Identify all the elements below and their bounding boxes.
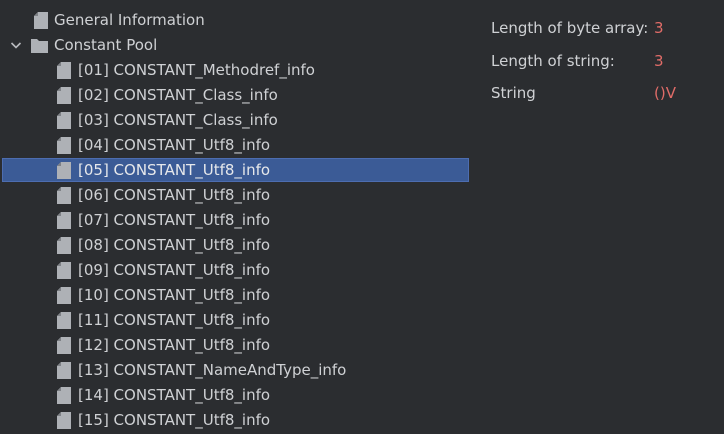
detail-label: Length of string: [491,52,615,70]
folder-icon [31,39,48,53]
tree-item-constant[interactable]: [07] CONSTANT_Utf8_info [0,208,472,233]
constant-pool-tree: General Information Constant Pool [01] C… [0,0,472,434]
detail-value: ()V [654,84,676,102]
file-icon [57,87,71,104]
tree-item-constant[interactable]: [06] CONSTANT_Utf8_info [0,183,472,208]
tree-item-label: [01] CONSTANT_Methodref_info [78,61,315,79]
file-icon [57,112,71,129]
tree-item-constant[interactable]: [13] CONSTANT_NameAndType_info [0,358,472,383]
tree-item-constant[interactable]: [09] CONSTANT_Utf8_info [0,258,472,283]
tree-item-label: [04] CONSTANT_Utf8_info [78,136,271,154]
file-icon [57,412,71,429]
tree-item-label: [08] CONSTANT_Utf8_info [78,236,271,254]
details-panel: Length of byte array: 3 Length of string… [491,0,721,434]
detail-label: String [491,84,536,102]
file-icon [57,137,71,154]
tree-item-constant[interactable]: [15] CONSTANT_Utf8_info [0,408,472,433]
tree-item-label: [07] CONSTANT_Utf8_info [78,211,271,229]
tree-item-constant[interactable]: [08] CONSTANT_Utf8_info [0,233,472,258]
file-icon [57,237,71,254]
chevron-down-icon[interactable] [9,33,23,58]
file-icon [57,262,71,279]
tree-item-constant-selected[interactable]: [05] CONSTANT_Utf8_info [0,158,472,183]
file-icon [57,337,71,354]
file-icon [57,312,71,329]
tree-item-label: [11] CONSTANT_Utf8_info [78,311,271,329]
detail-string: String ()V [491,81,721,105]
detail-value: 3 [654,19,664,37]
tree-item-label: General Information [54,11,205,29]
tree-item-label: [05] CONSTANT_Utf8_info [78,161,271,179]
file-icon [57,62,71,79]
detail-string-length: Length of string: 3 [491,49,721,73]
tree-item-constant[interactable]: [12] CONSTANT_Utf8_info [0,333,472,358]
file-icon [57,162,71,179]
detail-byte-array-length: Length of byte array: 3 [491,16,721,40]
file-icon [57,287,71,304]
tree-item-label: [06] CONSTANT_Utf8_info [78,186,271,204]
tree-item-general-information[interactable]: General Information [0,8,472,33]
tree-item-label: [14] CONSTANT_Utf8_info [78,386,271,404]
tree-item-label: [02] CONSTANT_Class_info [78,86,278,104]
tree-item-constant[interactable]: [04] CONSTANT_Utf8_info [0,133,472,158]
tree-item-constant[interactable]: [14] CONSTANT_Utf8_info [0,383,472,408]
tree-item-constant[interactable]: [10] CONSTANT_Utf8_info [0,283,472,308]
tree-item-constant[interactable]: [02] CONSTANT_Class_info [0,83,472,108]
tree-item-constant[interactable]: [11] CONSTANT_Utf8_info [0,308,472,333]
tree-item-label: [03] CONSTANT_Class_info [78,111,278,129]
tree-item-label: [13] CONSTANT_NameAndType_info [78,361,347,379]
tree-item-constant-pool[interactable]: Constant Pool [0,33,472,58]
file-icon [57,212,71,229]
detail-label: Length of byte array: [491,19,649,37]
file-icon [34,12,48,29]
tree-item-label: [12] CONSTANT_Utf8_info [78,336,271,354]
tree-item-label: Constant Pool [54,36,158,54]
tree-item-label: [10] CONSTANT_Utf8_info [78,286,271,304]
file-icon [57,387,71,404]
tree-item-constant[interactable]: [01] CONSTANT_Methodref_info [0,58,472,83]
bytecode-viewer: General Information Constant Pool [01] C… [0,0,724,434]
file-icon [57,362,71,379]
file-icon [57,187,71,204]
tree-item-label: [15] CONSTANT_Utf8_info [78,411,271,429]
tree-item-constant[interactable]: [03] CONSTANT_Class_info [0,108,472,133]
tree-item-label: [09] CONSTANT_Utf8_info [78,261,271,279]
detail-value: 3 [654,52,664,70]
